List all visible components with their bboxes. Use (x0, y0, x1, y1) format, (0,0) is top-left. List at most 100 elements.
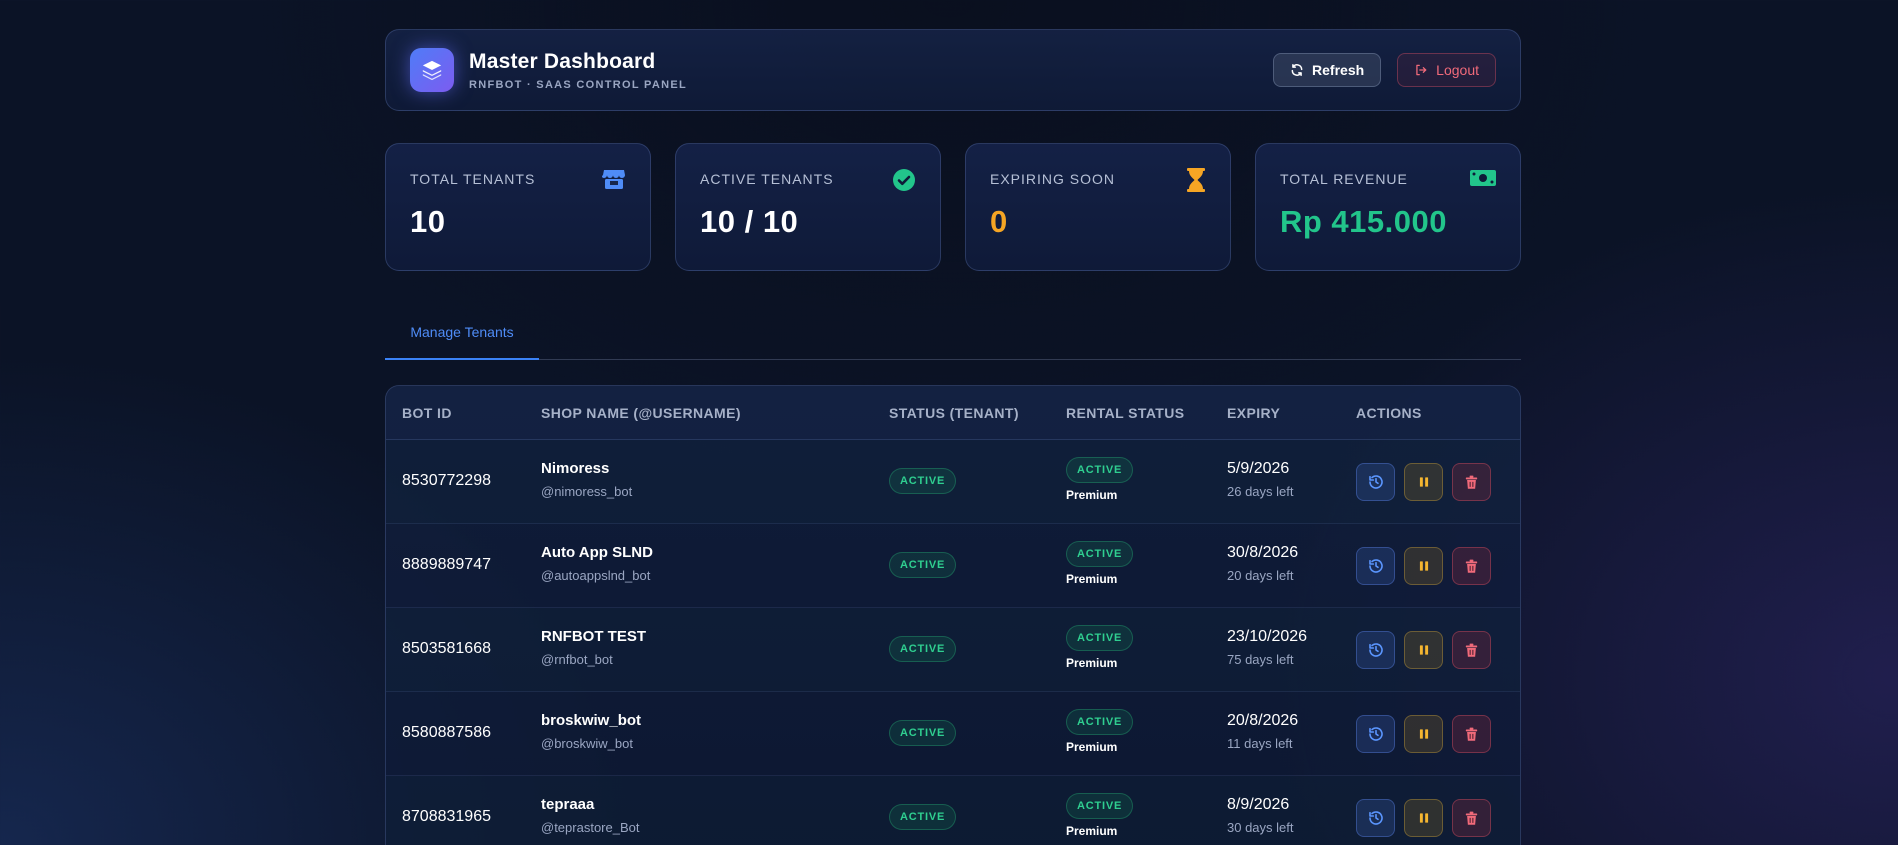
bot-id: 8708831965 (402, 808, 491, 825)
tenant-status-cell: ACTIVE (889, 468, 957, 494)
history-icon (1368, 643, 1383, 657)
shop-name: broskwiw_bot (541, 712, 642, 729)
refresh-icon (1291, 63, 1303, 77)
tenant-status-cell: ACTIVE (889, 552, 957, 578)
trash-icon (1465, 475, 1478, 489)
stat-label: EXPIRING SOON (990, 171, 1116, 187)
plan-label: Premium (1066, 824, 1118, 838)
pause-icon (1419, 729, 1428, 739)
history-button[interactable] (1356, 631, 1395, 669)
days-left: 20 days left (1227, 568, 1294, 583)
header-actions: Refresh Logout (1273, 53, 1496, 87)
brand: Master Dashboard RNFBOT · SAAS CONTROL P… (469, 50, 687, 91)
stat-label: ACTIVE TENANTS (700, 171, 834, 187)
rental-status-cell: ACTIVE Premium (1066, 541, 1134, 586)
pause-icon (1419, 813, 1428, 823)
pause-button[interactable] (1404, 715, 1443, 753)
tenants-table: BOT ID SHOP NAME (@USERNAME) STATUS (TEN… (385, 385, 1521, 845)
check-circle-icon (892, 168, 916, 197)
expiry-cell: 23/10/2026 75 days left (1227, 628, 1307, 667)
column-header-actions: ACTIONS (1356, 405, 1422, 421)
tab-bar: Manage Tenants (385, 305, 1521, 360)
plan-label: Premium (1066, 656, 1118, 670)
expiry-cell: 30/8/2026 20 days left (1227, 544, 1298, 583)
stat-label: TOTAL REVENUE (1280, 171, 1408, 187)
history-button[interactable] (1356, 547, 1395, 585)
days-left: 26 days left (1227, 484, 1294, 499)
header-bar: Master Dashboard RNFBOT · SAAS CONTROL P… (385, 29, 1521, 111)
page-subtitle: RNFBOT · SAAS CONTROL PANEL (469, 78, 688, 91)
shop-name: RNFBOT TEST (541, 628, 646, 645)
trash-icon (1465, 811, 1478, 825)
shop-name: tepraaa (541, 796, 595, 813)
history-button[interactable] (1356, 463, 1395, 501)
pause-icon (1419, 477, 1428, 487)
trash-icon (1465, 727, 1478, 741)
expiry-date: 5/9/2026 (1227, 460, 1290, 477)
plan-label: Premium (1066, 572, 1118, 586)
table-row: 8503581668 RNFBOT TEST @rnfbot_bot ACTIV… (386, 608, 1520, 692)
refresh-button[interactable]: Refresh (1273, 53, 1382, 87)
days-left: 11 days left (1227, 736, 1293, 751)
tenant-status-cell: ACTIVE (889, 804, 957, 830)
status-badge: ACTIVE (889, 804, 957, 830)
shop-username: @broskwiw_bot (541, 736, 633, 751)
table-row: 8530772298 Nimoress @nimoress_bot ACTIVE… (386, 440, 1520, 524)
bot-id: 8580887586 (402, 724, 491, 741)
rental-status-cell: ACTIVE Premium (1066, 793, 1134, 838)
stat-value: 10 / 10 (700, 204, 799, 239)
logout-icon (1416, 64, 1427, 76)
row-actions (1356, 463, 1491, 501)
tenant-status-cell: ACTIVE (889, 636, 957, 662)
delete-button[interactable] (1452, 463, 1491, 501)
stat-card-active-tenants: ACTIVE TENANTS 10 / 10 (675, 143, 941, 271)
hourglass-icon (1186, 168, 1206, 197)
status-badge: ACTIVE (889, 552, 957, 578)
table-row: 8889889747 Auto App SLND @autoappslnd_bo… (386, 524, 1520, 608)
stat-value: 0 (990, 204, 1008, 239)
shop-cell: tepraaa @teprastore_Bot (541, 796, 639, 835)
column-header-bot-id: BOT ID (402, 405, 452, 421)
rental-status-badge: ACTIVE (1066, 793, 1134, 819)
rental-status-cell: ACTIVE Premium (1066, 625, 1134, 670)
delete-button[interactable] (1452, 547, 1491, 585)
refresh-label: Refresh (1312, 62, 1365, 78)
table-header: BOT ID SHOP NAME (@USERNAME) STATUS (TEN… (386, 386, 1520, 440)
logout-button[interactable]: Logout (1397, 53, 1496, 87)
tenant-status-cell: ACTIVE (889, 720, 957, 746)
history-button[interactable] (1356, 715, 1395, 753)
trash-icon (1465, 643, 1478, 657)
logout-label: Logout (1436, 62, 1479, 78)
table-body: 8530772298 Nimoress @nimoress_bot ACTIVE… (386, 440, 1520, 845)
status-badge: ACTIVE (889, 468, 957, 494)
expiry-cell: 5/9/2026 26 days left (1227, 460, 1294, 499)
stat-value: 10 (410, 204, 446, 239)
pause-button[interactable] (1404, 463, 1443, 501)
expiry-date: 20/8/2026 (1227, 712, 1299, 729)
shop-username: @teprastore_Bot (541, 820, 640, 835)
delete-button[interactable] (1452, 799, 1491, 837)
pause-button[interactable] (1404, 799, 1443, 837)
delete-button[interactable] (1452, 631, 1491, 669)
pause-icon (1419, 645, 1428, 655)
history-icon (1368, 559, 1383, 573)
stat-card-expiring-soon: EXPIRING SOON 0 (965, 143, 1231, 271)
pause-button[interactable] (1404, 547, 1443, 585)
expiry-cell: 20/8/2026 11 days left (1227, 712, 1298, 751)
shop-cell: broskwiw_bot @broskwiw_bot (541, 712, 641, 751)
stats-row: TOTAL TENANTS 10 ACTIVE TENANTS 10 / 10 (385, 143, 1521, 271)
plan-label: Premium (1066, 488, 1118, 502)
days-left: 30 days left (1227, 820, 1294, 835)
shop-cell: RNFBOT TEST @rnfbot_bot (541, 628, 646, 667)
history-button[interactable] (1356, 799, 1395, 837)
expiry-date: 30/8/2026 (1227, 544, 1299, 561)
tab-manage-tenants[interactable]: Manage Tenants (385, 305, 539, 360)
money-icon (1470, 168, 1496, 193)
pause-button[interactable] (1404, 631, 1443, 669)
column-header-shop-name: SHOP NAME (@USERNAME) (541, 405, 741, 421)
rental-status-badge: ACTIVE (1066, 457, 1134, 483)
store-icon (601, 168, 626, 195)
delete-button[interactable] (1452, 715, 1491, 753)
bot-id: 8889889747 (402, 556, 491, 573)
shop-cell: Nimoress @nimoress_bot (541, 460, 632, 499)
